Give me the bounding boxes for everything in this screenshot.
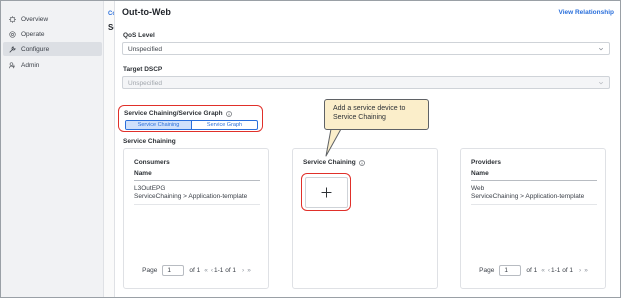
last-page-icon[interactable]: » (247, 267, 251, 274)
next-page-icon[interactable]: › (579, 267, 581, 274)
consumers-pagination: Page 1 of 1 « ‹ 1-1 of 1 › » (124, 265, 268, 276)
page-of-label: of (526, 267, 532, 274)
qos-level-label: QoS Level (123, 32, 155, 39)
sidebar-item-operate[interactable]: Operate (3, 27, 102, 41)
page-total: 1 (196, 267, 201, 274)
qos-level-value: Unspecified (128, 46, 162, 53)
add-service-device-highlight (301, 173, 351, 211)
prev-page-icon[interactable]: ‹ (211, 267, 213, 274)
info-icon[interactable] (358, 159, 365, 166)
callout-tooltip: Add a service device to Service Chaining (324, 99, 429, 130)
next-page-icon[interactable]: › (242, 267, 244, 274)
sidebar-item-label: Operate (21, 30, 45, 38)
sidebar-item-label: Overview (21, 15, 49, 23)
service-chaining-section-label: Service Chaining (123, 138, 176, 145)
service-chaining-title: Service Chaining (303, 159, 365, 166)
consumers-card: Consumers Name L3OutEPG ServiceChaining … (123, 148, 269, 289)
operate-icon (9, 30, 16, 38)
contract-panel: Out-to-Web View Relationship QoS Level U… (114, 1, 620, 297)
consumers-name-column: Name (134, 170, 260, 181)
table-row[interactable]: Web ServiceChaining > Application-templa… (471, 185, 597, 205)
callout-text-line1: Add a service device to (333, 105, 406, 112)
page-input[interactable]: 1 (162, 265, 185, 276)
sidebar-item-label: Admin (21, 61, 40, 69)
service-chaining-graph-group: Service Chaining/Service Graph Service C… (118, 105, 263, 132)
service-chaining-card: Service Chaining (292, 148, 438, 289)
callout-text-line2: Service Chaining (333, 113, 386, 121)
add-service-device-button[interactable] (305, 177, 348, 208)
page-range: 1-1 of 1 (551, 267, 574, 274)
service-chaining-graph-label-text: Service Chaining/Service Graph (124, 110, 223, 117)
target-dscp-select[interactable]: Unspecified (122, 76, 610, 89)
page-input[interactable]: 1 (499, 265, 522, 276)
consumer-name: L3OutEPG (134, 185, 166, 192)
page-total: 1 (533, 267, 538, 274)
configure-icon (9, 45, 16, 53)
qos-level-select[interactable]: Unspecified (122, 42, 610, 55)
overview-icon (9, 15, 16, 23)
first-page-icon[interactable]: « (204, 267, 208, 274)
background-strip: Co Se (104, 1, 118, 297)
target-dscp-label: Target DSCP (123, 66, 163, 73)
service-chaining-title-text: Service Chaining (303, 159, 356, 166)
provider-name: Web (471, 185, 485, 192)
chaining-mode-toggle: Service Chaining Service Graph (125, 120, 258, 130)
service-chaining-graph-label: Service Chaining/Service Graph (124, 110, 232, 117)
sidebar: Overview Operate Configure Admin (1, 1, 104, 297)
page-label: Page (479, 267, 495, 274)
admin-icon (9, 61, 15, 68)
info-icon[interactable] (225, 110, 232, 117)
provider-path: ServiceChaining > Application-template (471, 193, 585, 200)
sidebar-item-configure[interactable]: Configure (3, 42, 102, 56)
providers-title: Providers (471, 159, 501, 166)
page-of-label: of (189, 267, 195, 274)
page-range: 1-1 of 1 (214, 267, 237, 274)
providers-card: Providers Name Web ServiceChaining > App… (460, 148, 606, 289)
chevron-down-icon (598, 81, 604, 85)
target-dscp-value: Unspecified (128, 80, 162, 87)
consumer-path: ServiceChaining > Application-template (134, 193, 248, 200)
chevron-down-icon (598, 47, 604, 51)
consumers-title: Consumers (134, 159, 170, 166)
providers-pagination: Page 1 of 1 « ‹ 1-1 of 1 › » (461, 265, 605, 276)
sidebar-item-admin[interactable]: Admin (3, 58, 102, 72)
providers-name-column: Name (471, 170, 597, 181)
sidebar-item-overview[interactable]: Overview (3, 12, 102, 26)
prev-page-icon[interactable]: ‹ (548, 267, 550, 274)
service-graph-option[interactable]: Service Graph (192, 121, 257, 129)
first-page-icon[interactable]: « (541, 267, 545, 274)
service-chaining-option[interactable]: Service Chaining (126, 121, 192, 129)
plus-icon (321, 187, 332, 198)
callout-pointer (325, 128, 342, 157)
page-label: Page (142, 267, 158, 274)
page-title: Out-to-Web (122, 7, 171, 17)
table-row[interactable]: L3OutEPG ServiceChaining > Application-t… (134, 185, 260, 205)
last-page-icon[interactable]: » (584, 267, 588, 274)
view-relationship-link[interactable]: View Relationship (558, 9, 614, 16)
sidebar-item-label: Configure (21, 45, 50, 53)
